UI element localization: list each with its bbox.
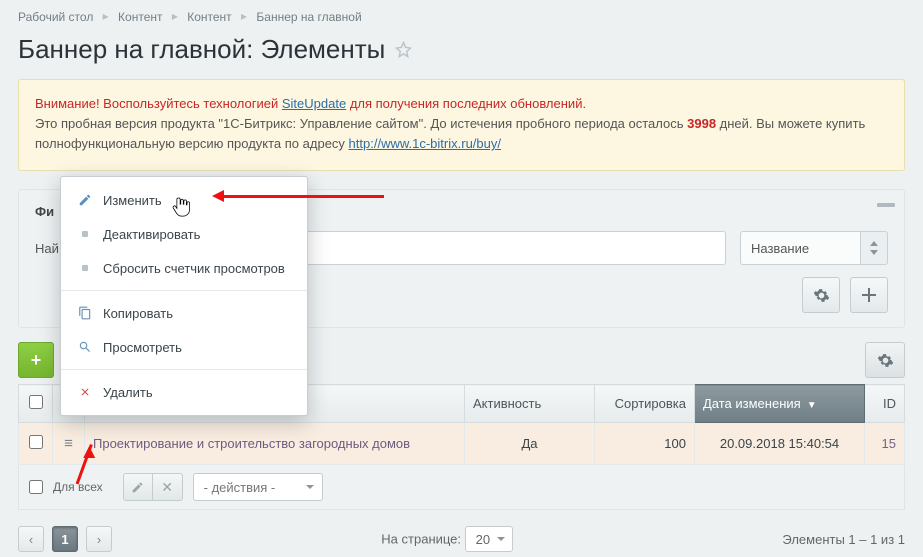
per-page-label: На странице: (381, 532, 461, 547)
chevron-right-icon: ▸ (172, 9, 178, 23)
next-page-button[interactable]: › (86, 526, 112, 552)
table-settings-button[interactable] (865, 342, 905, 378)
bulk-actions-value: - действия - (204, 480, 276, 495)
annotation-arrow (216, 195, 384, 198)
row-id[interactable]: 15 (865, 423, 905, 465)
siteupdate-link[interactable]: SiteUpdate (282, 96, 346, 111)
chevron-right-icon: ▸ (103, 9, 109, 23)
cursor-icon (172, 195, 192, 221)
copy-icon (77, 305, 93, 321)
collapse-icon[interactable] (874, 198, 898, 214)
bulk-actions-bar: Для всех ✕ - действия - (18, 465, 905, 510)
select-all-checkbox[interactable] (29, 395, 43, 409)
breadcrumb: Рабочий стол ▸ Контент ▸ Контент ▸ Банне… (18, 0, 905, 30)
sort-desc-icon: ▼ (807, 400, 817, 411)
edit-icon (77, 192, 93, 208)
row-active: Да (465, 423, 595, 465)
breadcrumb-item[interactable]: Контент (118, 10, 162, 24)
menu-reset-counter[interactable]: Сбросить счетчик просмотров (61, 251, 307, 285)
prev-page-button[interactable]: ‹ (18, 526, 44, 552)
filter-select-value: Название (751, 241, 809, 256)
menu-view[interactable]: Просмотреть (61, 330, 307, 364)
delete-icon (77, 384, 93, 400)
col-active[interactable]: Активность (465, 385, 595, 423)
trial-notice: Внимание! Воспользуйтесь технологией Sit… (18, 79, 905, 171)
search-icon (77, 339, 93, 355)
bullet-icon (77, 226, 93, 242)
row-name[interactable]: Проектирование и строительство загородны… (85, 423, 465, 465)
row-sort: 100 (595, 423, 695, 465)
menu-label: Копировать (103, 306, 173, 321)
filter-label: Най (35, 241, 59, 256)
hamburger-icon[interactable]: ≡ (64, 435, 73, 452)
breadcrumb-item[interactable]: Баннер на главной (256, 10, 361, 24)
plus-icon[interactable] (850, 277, 888, 313)
col-modified[interactable]: Дата изменения ▼ (695, 385, 865, 423)
per-page-select[interactable]: 20 (465, 526, 513, 552)
chevron-right-icon: ▸ (241, 9, 247, 23)
breadcrumb-item[interactable]: Рабочий стол (18, 10, 93, 24)
col-id[interactable]: ID (865, 385, 905, 423)
menu-label: Изменить (103, 193, 162, 208)
pagination-info: Элементы 1 – 1 из 1 (782, 532, 905, 547)
row-checkbox[interactable] (29, 435, 43, 449)
menu-delete[interactable]: Удалить (61, 375, 307, 409)
filter-field-select[interactable]: Название (740, 231, 860, 265)
menu-label: Удалить (103, 385, 153, 400)
col-modified-label: Дата изменения (703, 396, 801, 411)
col-sort[interactable]: Сортировка (595, 385, 695, 423)
close-icon[interactable]: ✕ (153, 473, 183, 501)
bulk-actions-select[interactable]: - действия - (193, 473, 323, 501)
menu-label: Сбросить счетчик просмотров (103, 261, 285, 276)
breadcrumb-item[interactable]: Контент (187, 10, 231, 24)
menu-separator (61, 290, 307, 291)
edit-icon[interactable] (123, 473, 153, 501)
notice-text: Внимание! Воспользуйтесь технологией (35, 96, 282, 111)
menu-label: Просмотреть (103, 340, 182, 355)
menu-label: Деактивировать (103, 227, 200, 242)
menu-deactivate[interactable]: Деактивировать (61, 217, 307, 251)
add-button[interactable]: + (18, 342, 54, 378)
star-icon[interactable] (395, 41, 412, 58)
notice-text: Это пробная версия продукта "1С-Битрикс:… (35, 116, 687, 131)
page-title: Баннер на главной: Элементы (18, 34, 385, 65)
bullet-icon (77, 260, 93, 276)
page-number[interactable]: 1 (52, 526, 78, 552)
row-modified: 20.09.2018 15:40:54 (695, 423, 865, 465)
updown-icon[interactable] (860, 231, 888, 265)
table-row[interactable]: ≡ Проектирование и строительство загород… (19, 423, 905, 465)
per-page-value: 20 (476, 532, 490, 547)
gear-icon[interactable] (802, 277, 840, 313)
buy-link[interactable]: http://www.1c-bitrix.ru/buy/ (349, 136, 501, 151)
for-all-checkbox[interactable] (29, 480, 43, 494)
menu-separator (61, 369, 307, 370)
trial-days: 3998 (687, 116, 716, 131)
notice-text: для получения последних обновлений. (346, 96, 586, 111)
menu-copy[interactable]: Копировать (61, 296, 307, 330)
